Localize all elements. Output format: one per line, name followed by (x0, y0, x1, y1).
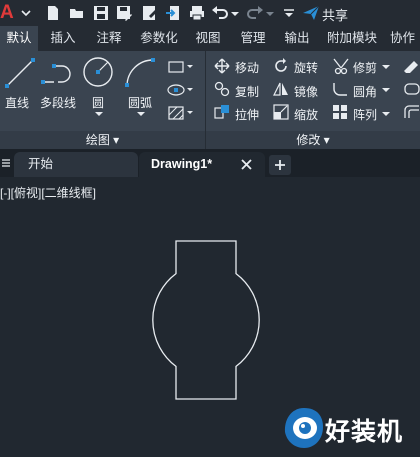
arc-button[interactable]: 圆弧 (128, 94, 152, 111)
tab-addins[interactable]: 附加模块 (322, 26, 382, 51)
mirror-button[interactable]: 镜像 (294, 83, 318, 100)
fillet-dropdown-icon[interactable] (381, 86, 391, 94)
hatch-icon[interactable] (166, 104, 194, 122)
stretch-icon[interactable] (214, 104, 230, 120)
share-drawing-icon[interactable] (141, 4, 159, 22)
copy-icon[interactable] (214, 81, 230, 97)
arc-icon[interactable] (122, 55, 158, 89)
line-icon[interactable] (4, 56, 36, 90)
tab-insert[interactable]: 插入 (44, 26, 82, 51)
tab-output[interactable]: 输出 (280, 26, 314, 51)
plus-icon (275, 160, 285, 170)
save-as-icon[interactable] (115, 4, 133, 22)
offset-icon[interactable] (402, 104, 420, 120)
undo-icon[interactable] (211, 4, 229, 22)
trim-button[interactable]: 修剪 (353, 59, 377, 76)
redo-icon[interactable] (246, 4, 264, 22)
rotate-button[interactable]: 旋转 (294, 59, 318, 76)
arc-dropdown-icon[interactable] (136, 110, 146, 118)
fillet-icon[interactable] (332, 81, 348, 97)
rectangle-icon[interactable] (166, 58, 194, 76)
import-icon[interactable] (165, 4, 183, 22)
trim-icon[interactable] (332, 57, 350, 75)
array-dropdown-icon[interactable] (381, 110, 391, 118)
qat-dropdown-icon[interactable] (282, 4, 296, 22)
tab-start-label: 开始 (28, 157, 54, 171)
modify-panel-title[interactable]: 修改 ▾ (206, 131, 420, 149)
tab-drawing1[interactable]: Drawing1* (139, 152, 265, 177)
tab-default[interactable]: 默认 (0, 26, 38, 51)
ribbon-tab-bar: 默认 插入 注释 参数化 视图 管理 输出 附加模块 协作 (0, 26, 420, 51)
tab-drawing1-label: Drawing1* (151, 157, 213, 171)
tab-collaborate[interactable]: 协作 (390, 26, 420, 51)
new-file-icon[interactable] (44, 4, 62, 22)
rotate-icon[interactable] (273, 58, 289, 74)
trim-dropdown-icon[interactable] (381, 63, 391, 71)
move-button[interactable]: 移动 (235, 59, 259, 76)
array-icon[interactable] (332, 104, 348, 120)
app-menu-dropdown-icon[interactable] (20, 6, 32, 20)
fillet-button[interactable]: 圆角 (353, 83, 377, 100)
copy-button[interactable]: 复制 (235, 83, 259, 100)
line-button[interactable]: 直线 (5, 94, 29, 111)
redo-dropdown-icon[interactable] (264, 4, 276, 22)
circle-dropdown-icon[interactable] (94, 110, 104, 118)
new-tab-button[interactable] (269, 155, 291, 175)
erase-icon[interactable] (402, 58, 420, 74)
share-icon[interactable] (302, 4, 320, 22)
stretch-button[interactable]: 拉伸 (235, 106, 259, 123)
quick-access-toolbar: A 共享 (0, 0, 420, 26)
scale-button[interactable]: 缩放 (294, 106, 318, 123)
tab-view[interactable]: 视图 (190, 26, 226, 51)
watermark-logo-icon (284, 408, 323, 448)
tab-manage[interactable]: 管理 (234, 26, 272, 51)
close-tab-icon[interactable] (241, 159, 252, 170)
polyline-button[interactable]: 多段线 (40, 94, 76, 111)
print-icon[interactable] (188, 4, 206, 22)
open-folder-icon[interactable] (68, 4, 86, 22)
polyline-icon[interactable] (40, 58, 76, 88)
save-icon[interactable] (92, 4, 110, 22)
scale-icon[interactable] (273, 104, 289, 120)
draw-panel-title[interactable]: 绘图 ▾ (0, 131, 205, 149)
undo-dropdown-icon[interactable] (229, 4, 241, 22)
circle-button[interactable]: 圆 (92, 94, 104, 111)
mirror-icon[interactable] (273, 81, 289, 97)
tab-start[interactable]: 开始 (14, 152, 138, 177)
viewport-controls[interactable]: [-][俯视][二维线框] (0, 184, 96, 201)
circle-icon[interactable] (81, 55, 115, 89)
app-logo[interactable]: A (0, 2, 20, 24)
array-button[interactable]: 阵列 (353, 106, 377, 123)
move-icon[interactable] (214, 58, 230, 74)
file-tab-menu-icon[interactable] (0, 157, 12, 169)
share-button-label[interactable]: 共享 (322, 5, 348, 24)
ellipse-icon[interactable] (166, 81, 194, 99)
document-tab-bar: 开始 Drawing1* (0, 149, 420, 177)
explode-icon[interactable] (402, 81, 420, 97)
tab-annotate[interactable]: 注释 (90, 26, 128, 51)
tab-parametric[interactable]: 参数化 (136, 26, 182, 51)
watermark-text: 好装机 (325, 418, 404, 446)
drawn-shape (152, 240, 260, 400)
